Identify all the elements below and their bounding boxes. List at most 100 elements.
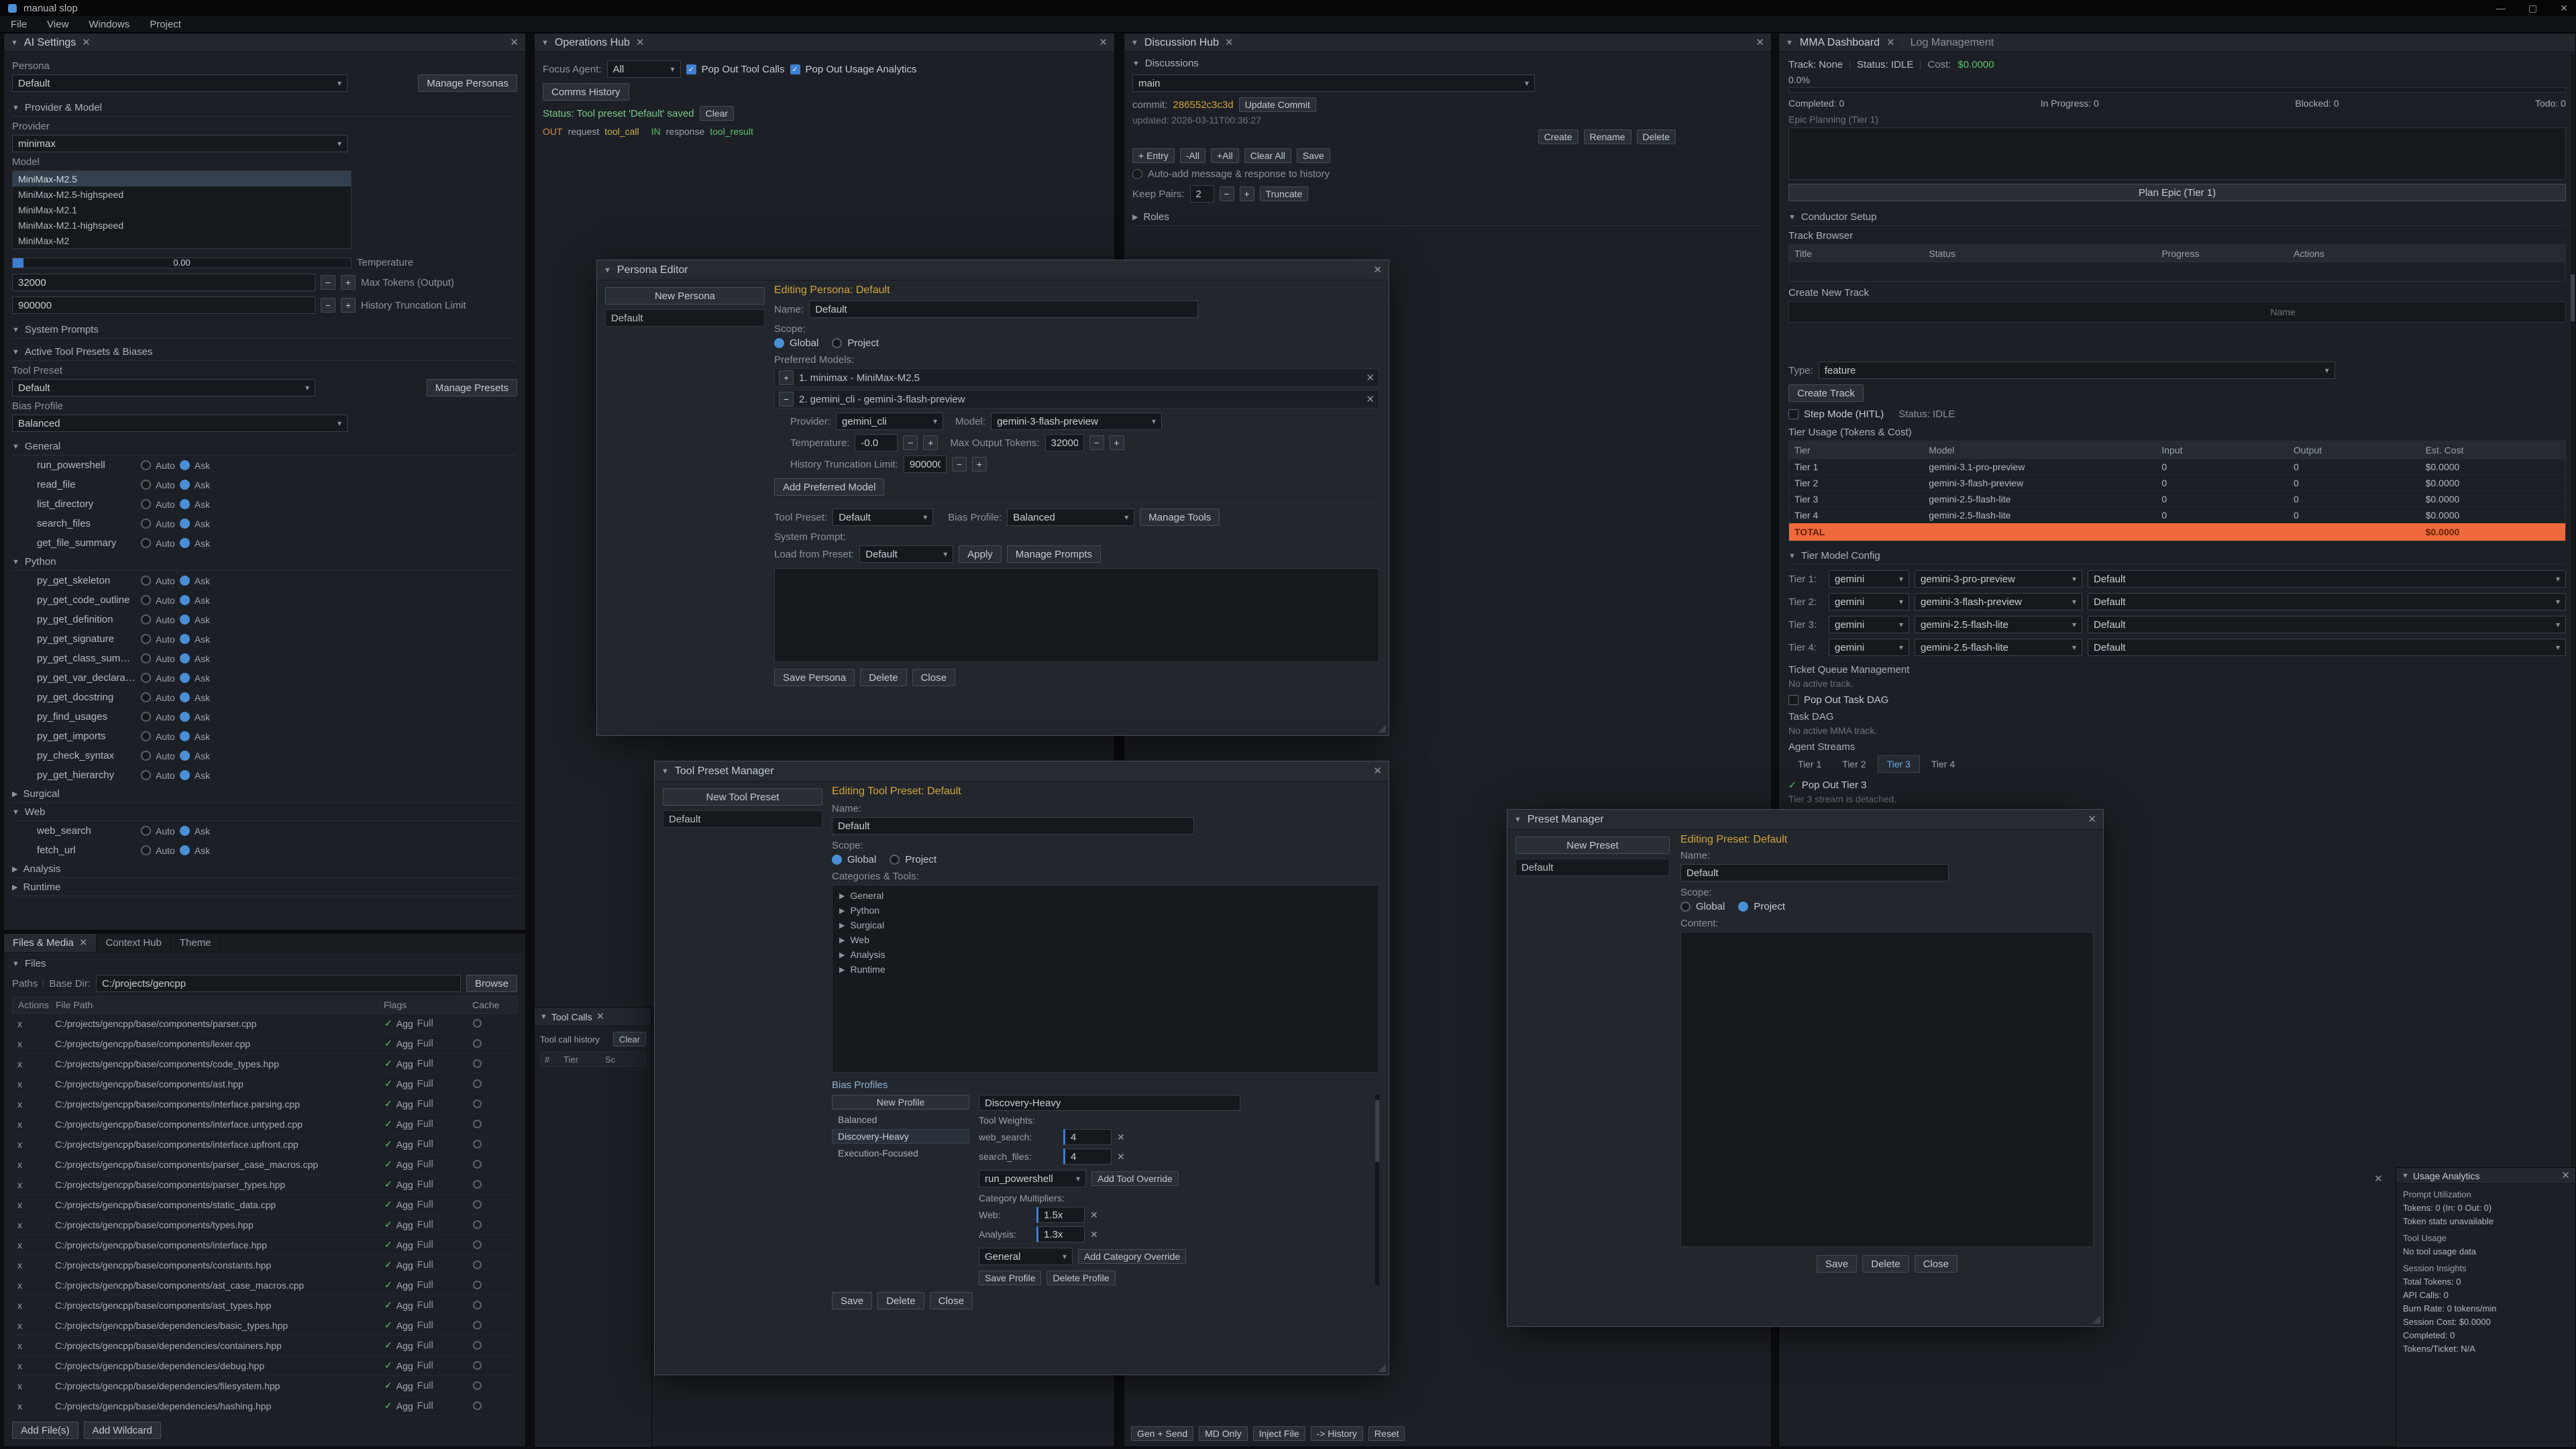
- tier-provider-select[interactable]: gemini▾: [1829, 593, 1909, 610]
- composer-button[interactable]: Gen + Send: [1131, 1426, 1193, 1441]
- profile-list-item[interactable]: Execution-Focused: [832, 1146, 969, 1161]
- new-profile-button[interactable]: New Profile: [832, 1095, 969, 1110]
- delete-button[interactable]: Delete: [1862, 1255, 1909, 1273]
- check-icon[interactable]: ✓: [384, 1219, 392, 1230]
- agg-flag[interactable]: Agg: [396, 1220, 413, 1230]
- scope-global-radio[interactable]: [832, 855, 842, 865]
- increment-icon[interactable]: +: [341, 275, 356, 290]
- entry-action-button[interactable]: + Entry: [1132, 148, 1175, 163]
- caret-down-icon[interactable]: ▼: [661, 767, 669, 775]
- tier-model-config-header[interactable]: ▼ Tier Model Config: [1788, 547, 2566, 565]
- scrollbar[interactable]: [1375, 1095, 1379, 1285]
- focus-agent-select[interactable]: All▾: [607, 60, 681, 78]
- full-flag[interactable]: Full: [417, 1098, 433, 1110]
- agg-flag[interactable]: Agg: [396, 1159, 413, 1170]
- ask-radio[interactable]: [180, 751, 190, 761]
- remove-file-button[interactable]: x: [17, 1320, 22, 1331]
- collapse-toggle-icon[interactable]: −: [779, 392, 794, 407]
- tool-group-header-surgical[interactable]: ▶Surgical: [12, 785, 517, 803]
- temperature-input[interactable]: -0.0: [855, 434, 898, 451]
- resize-grip[interactable]: [2092, 1316, 2100, 1324]
- save-button[interactable]: Save: [832, 1292, 872, 1309]
- tab-close-icon[interactable]: ✕: [79, 938, 88, 948]
- ask-radio[interactable]: [180, 519, 190, 529]
- scope-project-radio[interactable]: [890, 855, 900, 865]
- full-flag[interactable]: Full: [417, 1118, 433, 1130]
- table-row[interactable]: x C:/projects/gencpp/base/components/sta…: [12, 1195, 517, 1215]
- load-preset-select[interactable]: Default▾: [859, 545, 953, 563]
- weight-input[interactable]: 4: [1063, 1129, 1112, 1145]
- auto-radio[interactable]: [141, 576, 151, 586]
- stream-tab[interactable]: Tier 3: [1878, 755, 1920, 773]
- agg-flag[interactable]: Agg: [396, 1179, 413, 1190]
- check-icon[interactable]: ✓: [1788, 780, 1796, 791]
- full-flag[interactable]: Full: [417, 1159, 433, 1170]
- agg-flag[interactable]: Agg: [396, 1340, 413, 1351]
- tab-close-icon[interactable]: ✕: [1225, 38, 1234, 48]
- close-icon[interactable]: ✕: [2560, 3, 2568, 14]
- check-icon[interactable]: ✓: [384, 1018, 392, 1029]
- delete-discussion-button[interactable]: Delete: [1637, 129, 1676, 144]
- remove-weight-icon[interactable]: ✕: [1117, 1151, 1125, 1163]
- check-icon[interactable]: ✓: [384, 1259, 392, 1271]
- bias-profile-select[interactable]: Balanced▾: [1007, 508, 1134, 526]
- table-row[interactable]: x C:/projects/gencpp/base/components/typ…: [12, 1215, 517, 1235]
- remove-multiplier-icon[interactable]: ✕: [1090, 1210, 1098, 1221]
- ask-radio[interactable]: [180, 460, 190, 470]
- decrement-icon[interactable]: −: [321, 275, 335, 290]
- table-row[interactable]: x C:/projects/gencpp/base/dependencies/f…: [12, 1376, 517, 1396]
- panel-close-icon[interactable]: ✕: [1756, 38, 1764, 48]
- full-flag[interactable]: Full: [417, 1279, 433, 1291]
- table-row[interactable]: x C:/projects/gencpp/base/components/int…: [12, 1134, 517, 1155]
- tool-preset-select[interactable]: Default▾: [12, 379, 315, 396]
- full-flag[interactable]: Full: [417, 1320, 433, 1331]
- remove-file-button[interactable]: x: [17, 1179, 22, 1190]
- increment-icon[interactable]: +: [1110, 435, 1124, 450]
- stream-tab[interactable]: Tier 1: [1788, 755, 1831, 773]
- tool-group-header-runtime[interactable]: ▶Runtime: [12, 878, 517, 896]
- remove-file-button[interactable]: x: [17, 1220, 22, 1230]
- table-row[interactable]: x C:/projects/gencpp/base/components/ast…: [12, 1275, 517, 1295]
- agg-flag[interactable]: Agg: [396, 1260, 413, 1271]
- auto-radio[interactable]: [141, 692, 151, 702]
- agg-flag[interactable]: Agg: [396, 1018, 413, 1029]
- new-tool-preset-button[interactable]: New Tool Preset: [663, 788, 822, 806]
- category-item[interactable]: ▶ Surgical: [833, 918, 1379, 932]
- step-mode-checkbox[interactable]: [1788, 409, 1799, 419]
- caret-down-icon[interactable]: ▼: [1514, 816, 1521, 824]
- weight-input[interactable]: 4: [1063, 1148, 1112, 1165]
- add-preferred-model-button[interactable]: Add Preferred Model: [774, 478, 884, 496]
- remove-file-button[interactable]: x: [17, 1038, 22, 1049]
- agg-flag[interactable]: Agg: [396, 1059, 413, 1069]
- ask-radio[interactable]: [180, 653, 190, 663]
- full-flag[interactable]: Full: [417, 1380, 433, 1391]
- table-row[interactable]: x C:/projects/gencpp/base/components/int…: [12, 1235, 517, 1255]
- profile-list-item[interactable]: Balanced: [832, 1112, 969, 1127]
- category-item[interactable]: ▶ Analysis: [833, 947, 1379, 962]
- full-flag[interactable]: Full: [417, 1138, 433, 1150]
- auto-add-checkbox[interactable]: [1132, 169, 1142, 179]
- check-icon[interactable]: ✓: [384, 1078, 392, 1089]
- max-tokens-input[interactable]: 32000: [12, 274, 315, 291]
- check-icon[interactable]: ✓: [384, 1299, 392, 1311]
- scrollbar-thumb[interactable]: [1375, 1100, 1379, 1162]
- tab-mma-dashboard[interactable]: MMA Dashboard: [1800, 37, 1880, 49]
- tab-close-icon[interactable]: ✕: [636, 38, 645, 48]
- persona-select[interactable]: Default▾: [12, 74, 347, 92]
- full-flag[interactable]: Full: [417, 1179, 433, 1190]
- table-row[interactable]: x C:/projects/gencpp/base/components/par…: [12, 1175, 517, 1195]
- tab-close-icon[interactable]: ✕: [82, 38, 91, 48]
- create-discussion-button[interactable]: Create: [1538, 129, 1578, 144]
- tool-group-header-web[interactable]: ▼Web: [12, 803, 517, 821]
- files-section-header[interactable]: ▼ Files: [12, 958, 517, 972]
- table-row[interactable]: x C:/projects/gencpp/base/components/ast…: [12, 1074, 517, 1094]
- full-flag[interactable]: Full: [417, 1078, 433, 1089]
- auto-radio[interactable]: [141, 634, 151, 644]
- full-flag[interactable]: Full: [417, 1219, 433, 1230]
- stream-tab[interactable]: Tier 2: [1833, 755, 1875, 773]
- agg-flag[interactable]: Agg: [396, 1139, 413, 1150]
- remove-file-button[interactable]: x: [17, 1260, 22, 1271]
- expand-toggle-icon[interactable]: +: [779, 370, 794, 385]
- ask-radio[interactable]: [180, 826, 190, 836]
- remove-multiplier-icon[interactable]: ✕: [1090, 1229, 1098, 1240]
